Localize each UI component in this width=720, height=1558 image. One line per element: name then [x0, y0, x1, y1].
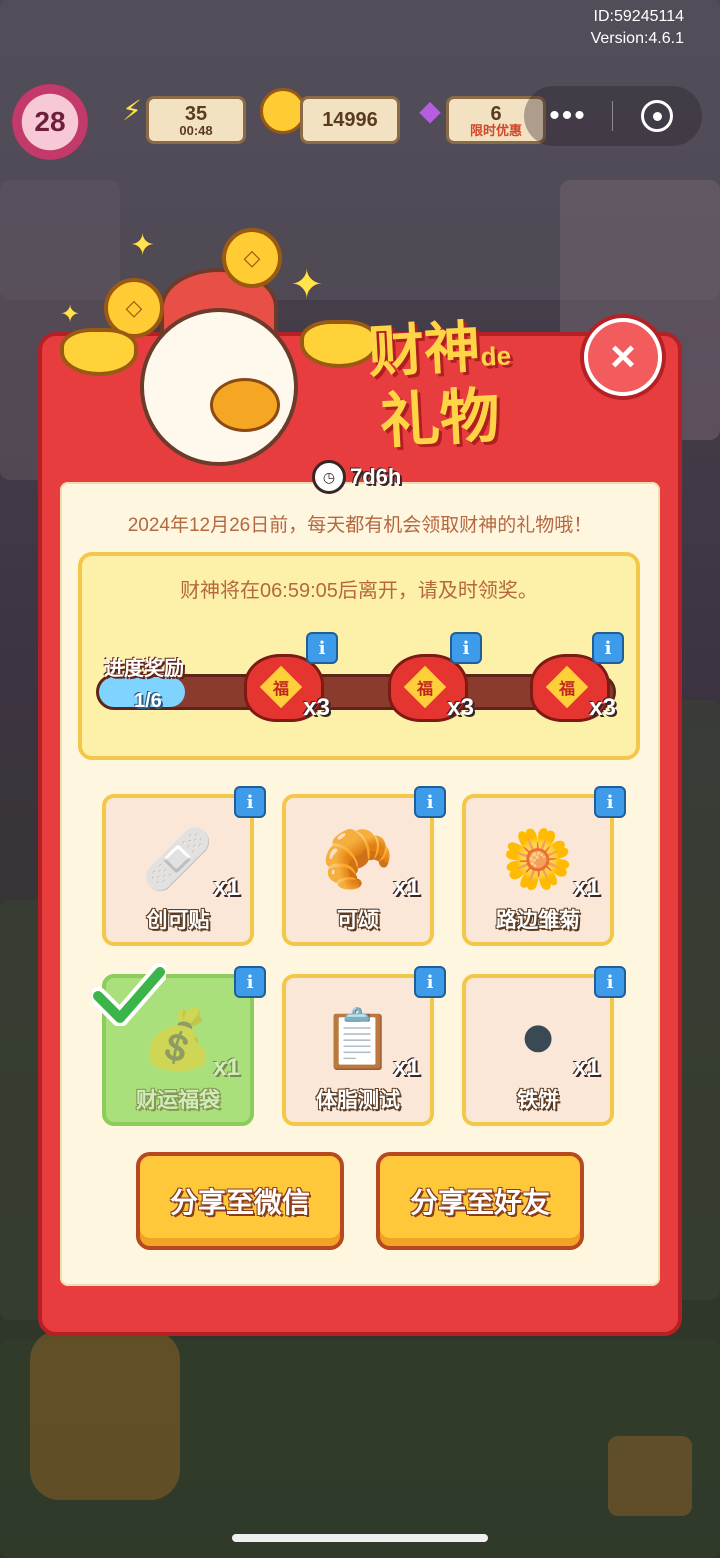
title-line1: 财神	[366, 314, 482, 384]
item-name: 路边雏菊	[496, 909, 580, 932]
reward-card-body-fat-test[interactable]: 📋 x1 体脂测试	[282, 974, 434, 1126]
energy-timer: 00:48	[179, 122, 213, 138]
croissant-icon: 🥐	[321, 827, 395, 892]
reward-card-weight-plate[interactable]: ⚫ x1 铁饼	[462, 974, 614, 1126]
sparkle-icon: ✦	[290, 263, 324, 307]
modal-title: 财神de 礼物	[366, 312, 594, 456]
reward-card-bandage[interactable]: 🩹 x1 创可贴	[102, 794, 254, 946]
clipboard-icon: 📋	[321, 1007, 395, 1072]
bandage-box-icon: 🩹	[141, 827, 215, 892]
version-info: ID:59245114 Version:4.6.1	[591, 6, 684, 50]
item-qty: x1	[573, 1054, 600, 1081]
item-name: 创可贴	[146, 909, 210, 932]
build-id: ID:59245114	[593, 8, 684, 25]
item-qty: x1	[393, 874, 420, 901]
share-friend-button[interactable]: 分享至好友	[376, 1152, 584, 1250]
player-level-badge[interactable]: 28	[12, 84, 88, 160]
more-button[interactable]: •••	[524, 99, 612, 133]
info-icon[interactable]: i	[234, 786, 266, 818]
progress-label: 进度奖励	[104, 658, 184, 680]
title-de: de	[479, 340, 512, 372]
weight-plate-icon: ⚫	[513, 1008, 563, 1073]
close-button[interactable]: ×	[584, 318, 662, 396]
share-wechat-button[interactable]: 分享至微信	[136, 1152, 344, 1250]
item-name: 财运福袋	[136, 1089, 220, 1112]
clock-icon: ◷	[312, 460, 346, 494]
item-qty: x1	[393, 1054, 420, 1081]
reward-card-daisy[interactable]: 🌼 x1 路边雏菊	[462, 794, 614, 946]
item-name: 可颂	[337, 909, 379, 932]
reward-qty: x3	[303, 694, 330, 721]
item-qty: x1	[213, 1054, 240, 1081]
daisy-icon: 🌼	[501, 827, 575, 892]
info-icon[interactable]: i	[594, 966, 626, 998]
sparkle-icon: ✦	[60, 301, 81, 328]
target-icon	[641, 100, 673, 132]
reward-qty: x3	[589, 694, 616, 721]
energy-counter[interactable]: 35 00:48	[146, 96, 246, 144]
info-icon[interactable]: i	[306, 632, 338, 664]
info-icon[interactable]: i	[414, 966, 446, 998]
claimed-check-icon	[92, 963, 166, 1026]
item-qty: x1	[213, 874, 240, 901]
level-number: 28	[34, 106, 66, 137]
coin-counter[interactable]: 14996	[300, 96, 400, 144]
gem-value: 6	[490, 102, 502, 125]
info-icon[interactable]: i	[594, 786, 626, 818]
event-timer: ◷ 7d6h	[312, 460, 401, 494]
coin-icon: ◇	[222, 228, 282, 288]
close-miniprogram-button[interactable]	[613, 100, 701, 132]
reward-qty: x3	[447, 694, 474, 721]
home-indicator[interactable]	[232, 1534, 488, 1542]
title-line2: 礼物	[378, 382, 502, 456]
info-icon[interactable]: i	[414, 786, 446, 818]
info-icon[interactable]: i	[450, 632, 482, 664]
event-description: 2024年12月26日前，每天都有机会领取财神的礼物哦！	[127, 515, 593, 536]
item-name: 铁饼	[517, 1089, 559, 1112]
coin-value: 14996	[322, 109, 378, 131]
reward-card-croissant[interactable]: 🥐 x1 可颂	[282, 794, 434, 946]
gold-ingot-icon	[60, 328, 138, 376]
progress-value: 1/6	[134, 690, 162, 712]
limited-offer-label: 限时优惠	[469, 122, 522, 138]
version-number: Version:4.6.1	[590, 30, 684, 47]
miniprogram-capsule: •••	[524, 86, 702, 146]
timer-text: 7d6h	[350, 464, 402, 489]
info-icon[interactable]: i	[234, 966, 266, 998]
item-qty: x1	[573, 874, 600, 901]
god-of-wealth-illustration: ◇ ◇ ✦ ✦ ✦	[60, 228, 378, 468]
leave-notice: 财神将在06:59:05后离开，请及时领奖。	[180, 580, 538, 602]
item-name: 体脂测试	[316, 1089, 400, 1112]
sparkle-icon: ✦	[130, 229, 156, 262]
info-icon[interactable]: i	[592, 632, 624, 664]
close-icon: ×	[610, 332, 636, 381]
energy-value: 35	[184, 102, 208, 125]
